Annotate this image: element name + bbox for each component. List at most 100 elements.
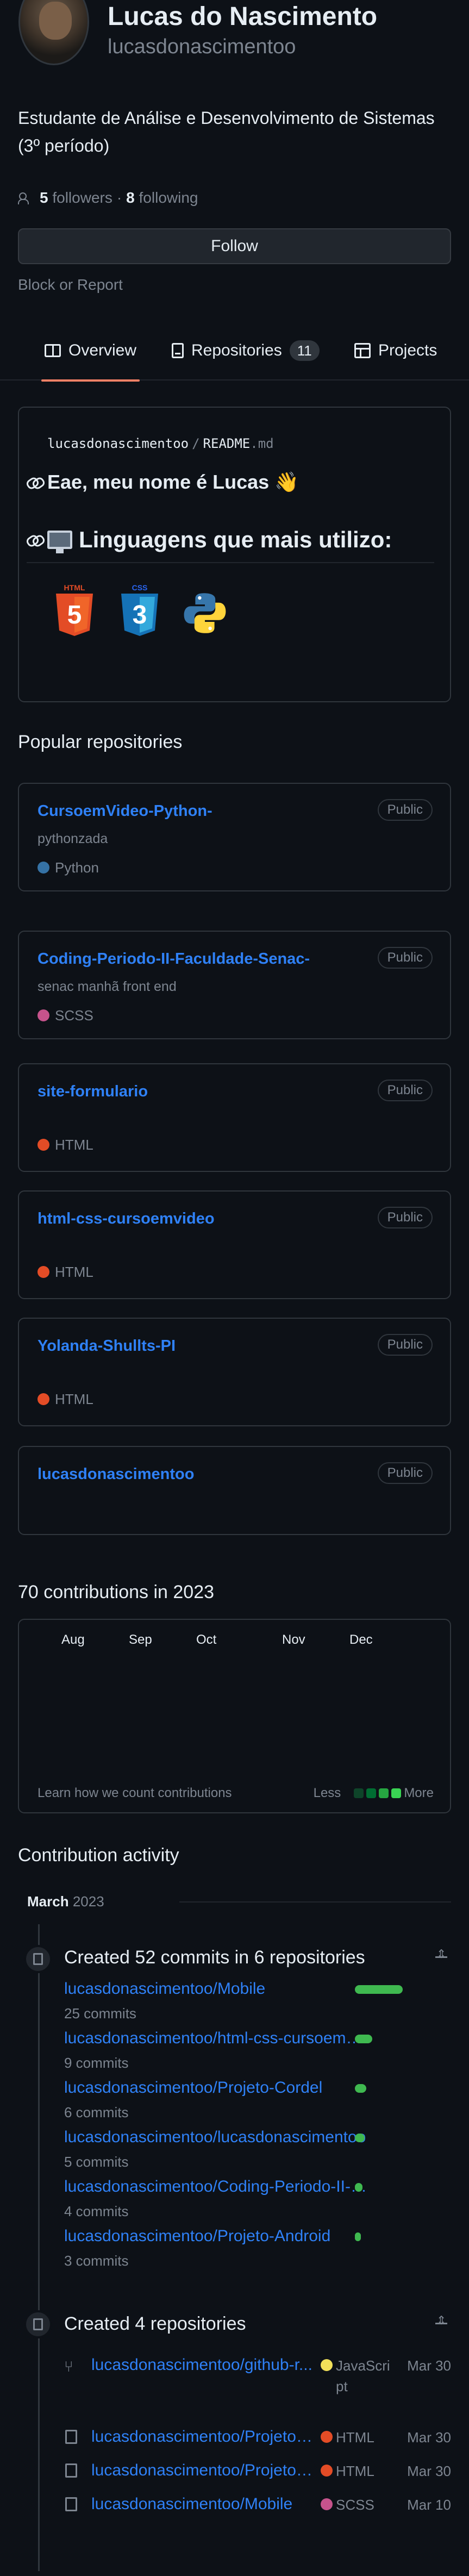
language-color-dot <box>321 2498 333 2510</box>
commit-share-bar <box>355 2035 372 2043</box>
created-repo-row: lucasdonascimentoo/Projeto-Android HTML Ma… <box>64 2459 451 2492</box>
language-color-dot <box>321 2431 333 2443</box>
language-label: JavaScript <box>336 2357 390 2394</box>
commit-share-bar <box>355 2232 361 2241</box>
created-repo-link[interactable]: lucasdonascimentoo/Mobile <box>91 2493 317 2516</box>
repo-language: JavaScript <box>321 2356 391 2397</box>
contributions-title: 70 contributions in 2023 <box>18 1582 215 1602</box>
repo-name-link[interactable]: html-css-cursoemvideo <box>37 1208 215 1230</box>
css3-logo-icon: CSS 3 <box>121 583 158 636</box>
commit-repo-link[interactable]: lucasdonascimentoo/Mobile <box>64 1978 368 2000</box>
commit-count-link[interactable]: 9 commits <box>64 2053 445 2073</box>
commit-count-link[interactable]: 3 commits <box>64 2251 445 2271</box>
profile-header: Lucas do Nascimento lucasdonascimentoo <box>0 0 469 87</box>
repo-language: SCSS <box>37 1006 93 1025</box>
repo-name-link[interactable]: lucasdonascimentoo <box>37 1463 194 1486</box>
commit-repo-link[interactable]: lucasdonascimentoo/Coding-Periodo-II-Fac… <box>64 2175 368 2198</box>
language-label: HTML <box>336 2463 374 2479</box>
commit-repo-link[interactable]: lucasdonascimentoo/Projeto-Cordel <box>64 2076 368 2099</box>
commit-repo-row: lucasdonascimentoo/lucasdonascimentoo 5 c… <box>64 2126 445 2172</box>
language-label: HTML <box>55 1264 93 1280</box>
readme-ext: .md <box>250 436 274 451</box>
commit-repo-link[interactable]: lucasdonascimentoo/Projeto-Android <box>64 2225 368 2248</box>
fold-icon[interactable] <box>433 1946 449 1966</box>
month-label: Nov <box>282 1632 305 1647</box>
follow-stats: 5 followers · 8 following <box>18 187 198 208</box>
link-icon[interactable] <box>27 535 43 545</box>
following-link[interactable]: 8 following <box>126 187 198 208</box>
repo-language: Python <box>37 858 99 877</box>
repo-name-link[interactable]: site-formulario <box>37 1081 148 1103</box>
repo-count-badge: 11 <box>289 340 320 361</box>
commit-count-link[interactable]: 4 commits <box>64 2201 445 2221</box>
visibility-badge: Public <box>377 1207 433 1228</box>
profile-tabs: Overview Repositories 11 Projects <box>0 321 469 382</box>
language-color-dot <box>37 1139 49 1151</box>
commit-repo-link[interactable]: lucasdonascimentoo/html-css-cursoemvideo <box>64 2027 368 2050</box>
language-color-dot <box>321 2465 333 2477</box>
tab-label: Overview <box>68 341 137 359</box>
avatar[interactable] <box>18 0 89 65</box>
block-report-link[interactable]: Block or Report <box>18 274 123 295</box>
language-label: Python <box>55 859 99 876</box>
legend-square <box>354 1788 364 1798</box>
repo-language: HTML <box>37 1262 93 1282</box>
people-icon <box>18 192 32 204</box>
followers-link[interactable]: 5 followers <box>40 187 112 208</box>
repos-summary: Created 4 repositories <box>64 2313 246 2334</box>
created-repo-link[interactable]: lucasdonascimentoo/Projeto-Cordel <box>91 2425 317 2448</box>
repo-icon <box>65 2463 77 2478</box>
month-year: 2023 <box>72 1893 104 1910</box>
separator: · <box>116 189 122 206</box>
language-color-dot <box>37 1393 49 1406</box>
commit-repo-row: lucasdonascimentoo/Coding-Periodo-II-Fac… <box>64 2175 445 2221</box>
repo-name-link[interactable]: Yolanda-Shullts-PI <box>37 1335 176 1357</box>
repo-name-link[interactable]: CursoemVideo-Python- <box>37 800 212 822</box>
commit-share-bar <box>355 2084 366 2093</box>
month-label: Dec <box>349 1632 373 1647</box>
created-repo-link[interactable]: lucasdonascimentoo/github-r... <box>91 2354 317 2377</box>
repo-language: SCSS <box>321 2495 391 2515</box>
book-icon <box>45 344 61 357</box>
profile-name: Lucas do Nascimento <box>108 2 378 31</box>
svg-text:5: 5 <box>67 601 82 629</box>
profile-bio: Estudante de Análise e Desenvolvimento d… <box>18 108 435 156</box>
timeline-line <box>38 1924 40 2571</box>
follow-button[interactable]: Follow <box>18 228 451 264</box>
commit-count-link[interactable]: 5 commits <box>64 2152 445 2172</box>
readme-heading-languages: Linguagens que mais utilizo: <box>27 524 392 556</box>
tab-repositories[interactable]: Repositories 11 <box>172 321 320 381</box>
repo-icon <box>65 2497 77 2511</box>
heading-text: Linguagens que mais utilizo: <box>79 527 392 552</box>
created-repo-link[interactable]: lucasdonascimentoo/Projeto-Android <box>91 2459 317 2482</box>
created-date: Mar 30 <box>407 2463 451 2479</box>
link-icon[interactable] <box>27 477 43 487</box>
profile-readme: lucasdonascimentoo / README.md Eae, meu no… <box>18 407 451 702</box>
visibility-badge: Public <box>377 1334 433 1356</box>
created-date: Mar 30 <box>407 2429 451 2446</box>
heading-text: Eae, meu nome é Lucas 👋 <box>47 471 299 493</box>
commit-share-bar <box>355 2183 362 2192</box>
repo-card: CursoemVideo-Python- Public pythonzada Pyth… <box>18 783 451 891</box>
tab-projects[interactable]: Projects <box>354 321 437 381</box>
contribution-legend: Less More <box>314 1784 434 1802</box>
activity-month: March 2023 <box>27 1892 104 1911</box>
commit-count-link[interactable]: 6 commits <box>64 2103 445 2122</box>
readme-heading-intro: Eae, meu nome é Lucas 👋 <box>27 469 299 496</box>
commit-repo-row: lucasdonascimentoo/Mobile 25 commits <box>64 1978 445 2023</box>
created-repo-row: ⑂ lucasdonascimentoo/github-r... JavaScrip… <box>64 2354 451 2394</box>
language-label: SCSS <box>55 1007 93 1024</box>
commit-repo-link[interactable]: lucasdonascimentoo/lucasdonascimentoo <box>64 2126 368 2149</box>
tab-label: Repositories <box>191 341 282 359</box>
learn-contributions-link[interactable]: Learn how we count contributions <box>37 1784 232 1802</box>
tab-overview[interactable]: Overview <box>41 321 140 382</box>
readme-owner[interactable]: lucasdonascimentoo <box>47 436 189 451</box>
language-color-dot <box>321 2359 333 2371</box>
contribution-calendar: Aug Sep Oct Nov Dec Learn how we count c… <box>18 1619 451 1813</box>
commits-summary: Created 52 commits in 6 repositories <box>64 1947 365 1968</box>
commit-count-link[interactable]: 25 commits <box>64 2004 445 2023</box>
repo-name-link[interactable]: Coding-Periodo-II-Faculdade-Senac- <box>37 948 310 970</box>
fold-icon[interactable] <box>433 2312 449 2332</box>
readme-file[interactable]: README <box>203 436 251 451</box>
repo-card: Coding-Periodo-II-Faculdade-Senac- Public… <box>18 931 451 1039</box>
